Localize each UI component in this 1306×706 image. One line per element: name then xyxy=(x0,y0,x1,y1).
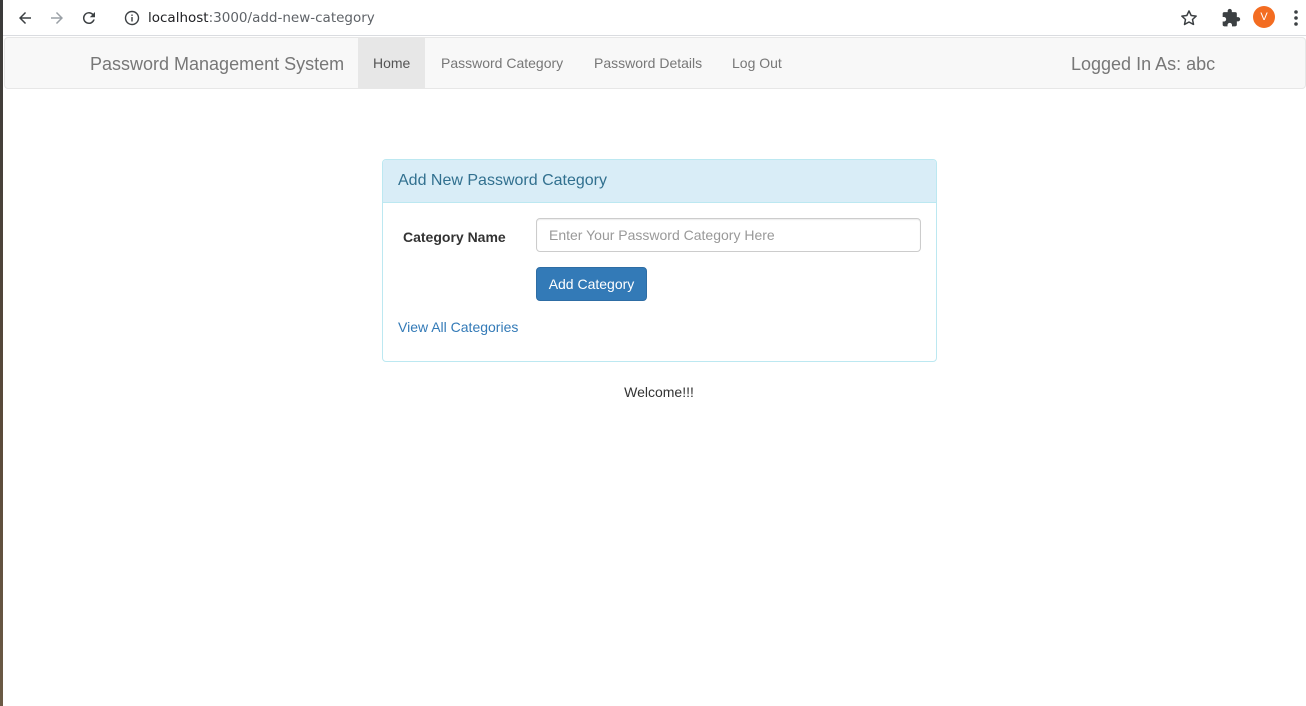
nav-log-out[interactable]: Log Out xyxy=(717,38,797,88)
info-icon[interactable] xyxy=(124,10,140,26)
reload-icon[interactable] xyxy=(77,6,101,30)
welcome-message: Welcome!!! xyxy=(624,384,694,400)
logged-in-user: Logged In As: abc xyxy=(1071,54,1216,74)
url-path: :3000/add-new-category xyxy=(208,10,375,26)
forward-arrow-icon[interactable] xyxy=(45,6,69,30)
nav-password-details[interactable]: Password Details xyxy=(579,38,717,88)
nav-home[interactable]: Home xyxy=(358,38,426,88)
add-category-panel: Add New Password Category Category Name … xyxy=(382,159,937,362)
view-all-categories-link[interactable]: View All Categories xyxy=(398,317,518,337)
app-navbar: Password Management System Home Password… xyxy=(4,37,1306,89)
panel-heading: Add New Password Category xyxy=(383,160,936,203)
brand-title[interactable]: Password Management System xyxy=(90,53,344,75)
url-host: localhost xyxy=(148,10,209,26)
back-arrow-icon[interactable] xyxy=(13,6,37,30)
category-name-input[interactable] xyxy=(536,218,921,252)
category-name-label: Category Name xyxy=(403,229,506,245)
desktop-edge xyxy=(0,0,3,706)
browser-toolbar: localhost:3000/add-new-category V xyxy=(3,0,1306,36)
nav-password-category[interactable]: Password Category xyxy=(426,38,578,88)
profile-avatar[interactable]: V xyxy=(1253,6,1275,28)
browser-menu-icon[interactable] xyxy=(1287,8,1305,28)
address-bar[interactable]: localhost:3000/add-new-category xyxy=(112,4,1212,32)
bookmark-star-icon[interactable] xyxy=(1179,8,1199,28)
url-text[interactable]: localhost:3000/add-new-category xyxy=(148,10,375,26)
add-category-button[interactable]: Add Category xyxy=(536,267,647,301)
extensions-puzzle-icon[interactable] xyxy=(1221,8,1241,28)
